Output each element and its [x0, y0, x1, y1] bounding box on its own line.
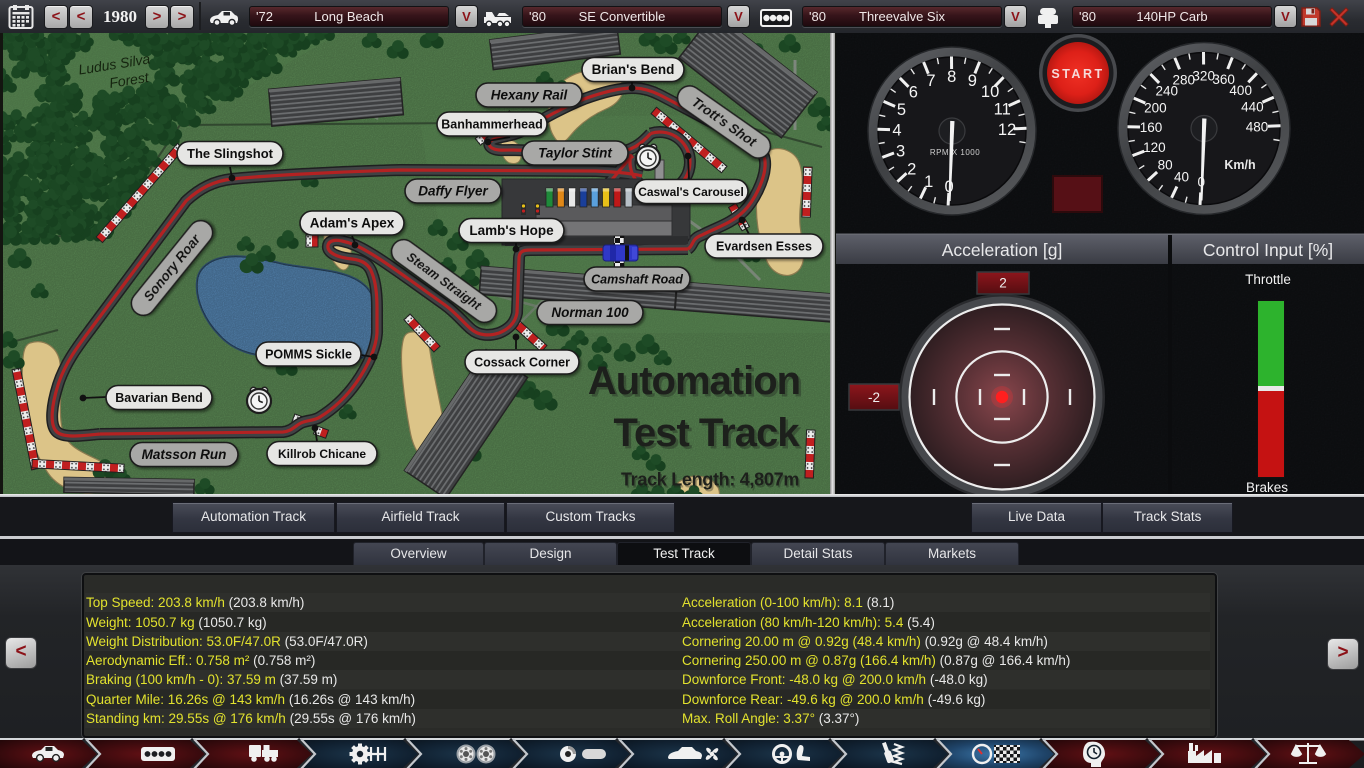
svg-text:4: 4 — [892, 122, 901, 140]
svg-text:11: 11 — [994, 101, 1011, 119]
svg-text:Matsson Run: Matsson Run — [142, 447, 227, 462]
svg-text:8: 8 — [947, 68, 956, 86]
svg-text:Taylor Stint: Taylor Stint — [538, 145, 612, 160]
svg-text:7: 7 — [926, 72, 935, 90]
svg-text:Brakes: Brakes — [1246, 480, 1288, 495]
svg-text:120: 120 — [1143, 140, 1166, 155]
svg-text:6: 6 — [909, 84, 918, 102]
svg-text:-2: -2 — [868, 390, 880, 405]
svg-text:Daffy Flyer: Daffy Flyer — [418, 183, 488, 198]
svg-text:Km/h: Km/h — [1224, 158, 1255, 172]
svg-text:5: 5 — [897, 101, 906, 119]
svg-text:480: 480 — [1246, 120, 1269, 135]
svg-text:160: 160 — [1140, 120, 1163, 135]
svg-text:40: 40 — [1174, 169, 1189, 184]
svg-text:RPM X 1000: RPM X 1000 — [930, 148, 980, 157]
svg-text:9: 9 — [968, 72, 977, 90]
svg-text:Killrob Chicane: Killrob Chicane — [278, 447, 366, 461]
svg-text:Cossack Corner: Cossack Corner — [474, 355, 570, 369]
svg-text:Norman 100: Norman 100 — [551, 305, 629, 320]
svg-text:Throttle: Throttle — [1245, 272, 1291, 287]
svg-text:Evardsen Esses: Evardsen Esses — [716, 239, 812, 253]
svg-text:Banhammerhead: Banhammerhead — [441, 117, 542, 131]
svg-text:The Slingshot: The Slingshot — [187, 146, 274, 161]
svg-text:Caswal's Carousel: Caswal's Carousel — [638, 185, 744, 199]
svg-text:Adam's Apex: Adam's Apex — [310, 215, 395, 230]
svg-text:Lamb's Hope: Lamb's Hope — [469, 223, 554, 238]
svg-text:2: 2 — [907, 160, 916, 178]
svg-text:Acceleration [g]: Acceleration [g] — [942, 240, 1063, 260]
svg-text:Hexany Rail: Hexany Rail — [491, 87, 568, 102]
svg-text:80: 80 — [1158, 157, 1173, 172]
svg-text:Track Length: 4,807m: Track Length: 4,807m — [621, 470, 799, 490]
svg-text:10: 10 — [981, 83, 999, 101]
svg-text:Test Track: Test Track — [614, 411, 801, 455]
svg-text:Brian's Bend: Brian's Bend — [592, 62, 675, 77]
svg-text:START: START — [1051, 67, 1104, 81]
svg-text:Control Input [%]: Control Input [%] — [1203, 240, 1333, 260]
svg-text:200: 200 — [1144, 100, 1167, 115]
svg-text:3: 3 — [896, 142, 905, 160]
svg-text:Camshaft Road: Camshaft Road — [591, 272, 683, 286]
svg-text:400: 400 — [1229, 83, 1252, 98]
svg-text:Bavarian Bend: Bavarian Bend — [115, 391, 203, 405]
svg-text:2: 2 — [999, 276, 1007, 291]
svg-text:440: 440 — [1241, 100, 1264, 115]
svg-text:1: 1 — [924, 173, 933, 191]
svg-text:POMMS Sickle: POMMS Sickle — [265, 347, 352, 361]
svg-text:12: 12 — [998, 121, 1016, 139]
svg-text:Automation: Automation — [588, 359, 800, 403]
